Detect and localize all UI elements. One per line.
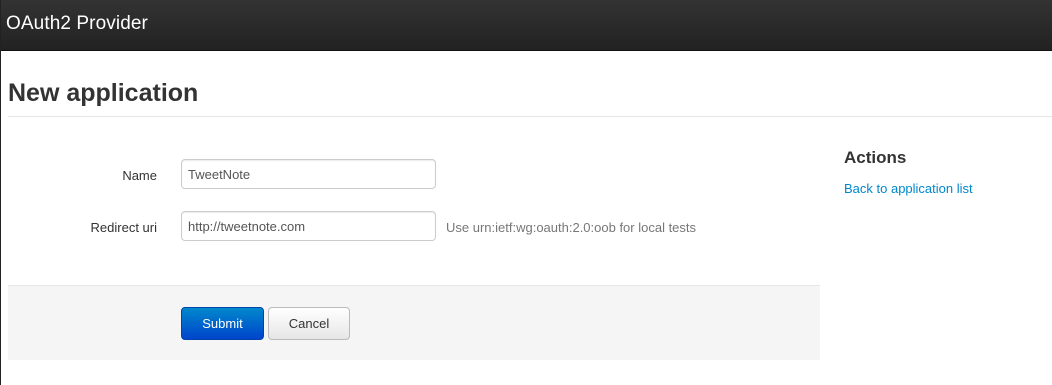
top-navbar: OAuth2 Provider xyxy=(1,0,1052,51)
app-window: OAuth2 Provider New application Name Red… xyxy=(0,0,1052,385)
submit-button[interactable]: Submit xyxy=(181,307,264,340)
name-input[interactable] xyxy=(181,159,436,189)
title-divider xyxy=(8,116,1052,117)
actions-heading: Actions xyxy=(844,148,907,167)
redirect-uri-input[interactable] xyxy=(181,211,436,241)
redirect-uri-label: Redirect uri xyxy=(90,220,157,235)
cancel-button[interactable]: Cancel xyxy=(268,307,350,340)
brand-title[interactable]: OAuth2 Provider xyxy=(6,13,148,35)
name-label: Name xyxy=(122,168,157,183)
page-title: New application xyxy=(8,79,199,107)
redirect-uri-help: Use urn:ietf:wg:oauth:2.0:oob for local … xyxy=(446,220,697,235)
back-to-application-list-link[interactable]: Back to application list xyxy=(844,181,973,196)
form-actions: Submit Cancel xyxy=(8,285,820,360)
